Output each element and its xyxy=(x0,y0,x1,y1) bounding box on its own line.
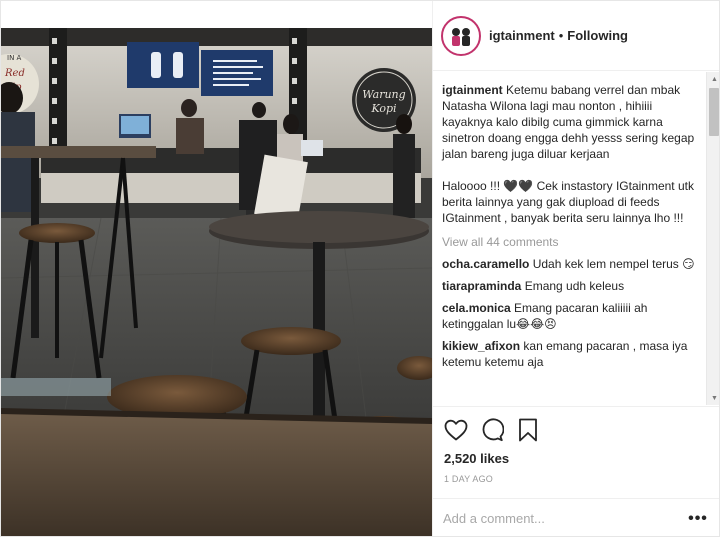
avatar[interactable] xyxy=(441,15,481,56)
comments-scrollbar[interactable]: ▲ ▼ xyxy=(706,72,719,405)
left-sign-text: IN A xyxy=(7,54,22,62)
instagram-post-window: Warung Kopi IN A Red Sip xyxy=(0,0,720,537)
speech-bubble-icon xyxy=(482,418,504,442)
list-item: kikiew_afixon kan emang pacaran , masa i… xyxy=(442,338,704,370)
post-timestamp[interactable]: 1 DAY AGO xyxy=(443,474,712,484)
comment-username-link[interactable]: kikiew_afixon xyxy=(442,339,520,353)
scroll-down-arrow-icon[interactable]: ▼ xyxy=(707,391,719,405)
ellipsis-icon: ••• xyxy=(688,509,708,527)
header-username-link[interactable]: igtainment xyxy=(489,28,555,43)
comment-text: Udah kek lem nempel terus 😏 xyxy=(532,257,695,271)
comment-username-link[interactable]: cela.monica xyxy=(442,301,511,315)
add-comment-bar: ••• xyxy=(433,498,719,536)
post-actions: 2,520 likes 1 DAY AGO xyxy=(433,406,719,498)
comment-username-link[interactable]: ocha.caramello xyxy=(442,257,529,271)
heart-outline-icon xyxy=(444,419,468,441)
comment-button[interactable] xyxy=(479,417,505,443)
comment-text: Emang udh keleus xyxy=(524,279,625,293)
profile-logo-icon xyxy=(447,21,475,50)
comment-username-link[interactable]: tiarapraminda xyxy=(442,279,521,293)
left-sign-text-2: Red xyxy=(4,68,25,79)
list-item: cela.monica Emang pacaran kaliiiii ah ke… xyxy=(442,300,704,332)
list-item: ocha.caramello Udah kek lem nempel terus… xyxy=(442,256,704,272)
more-options-button[interactable]: ••• xyxy=(684,510,712,528)
cafe-scene-image: Warung Kopi IN A Red Sip xyxy=(1,28,432,536)
caption-text-2: Haloooo !!! 🖤🖤 Cek instastory IGtainment… xyxy=(442,179,694,225)
comments-list[interactable]: igtainment Ketemu babang verrel dan mbak… xyxy=(433,72,719,405)
action-buttons xyxy=(443,415,712,445)
like-count-link[interactable]: 2,520 likes xyxy=(443,451,712,466)
scroll-up-arrow-icon[interactable]: ▲ xyxy=(707,72,719,86)
list-item: tiarapraminda Emang udh keleus xyxy=(442,278,704,294)
view-all-comments-link[interactable]: View all 44 comments xyxy=(442,234,704,250)
scrollbar-thumb[interactable] xyxy=(709,88,719,136)
post-header: igtainment • Following xyxy=(433,1,719,71)
like-button[interactable] xyxy=(443,417,469,443)
store-sign-text: Warung xyxy=(362,88,405,101)
post-photo[interactable]: Warung Kopi IN A Red Sip xyxy=(1,28,432,536)
add-comment-input[interactable] xyxy=(443,511,684,526)
store-sign-text-2: Kopi xyxy=(370,102,396,115)
bookmark-icon xyxy=(519,418,537,442)
caption: igtainment Ketemu babang verrel dan mbak… xyxy=(442,82,704,162)
post-sidebar: igtainment • Following igtainment Ketemu… xyxy=(432,1,719,536)
save-button[interactable] xyxy=(515,417,541,443)
following-button[interactable]: Following xyxy=(567,28,628,43)
caption-username-link[interactable]: igtainment xyxy=(442,83,503,97)
header-separator: • xyxy=(558,28,564,43)
